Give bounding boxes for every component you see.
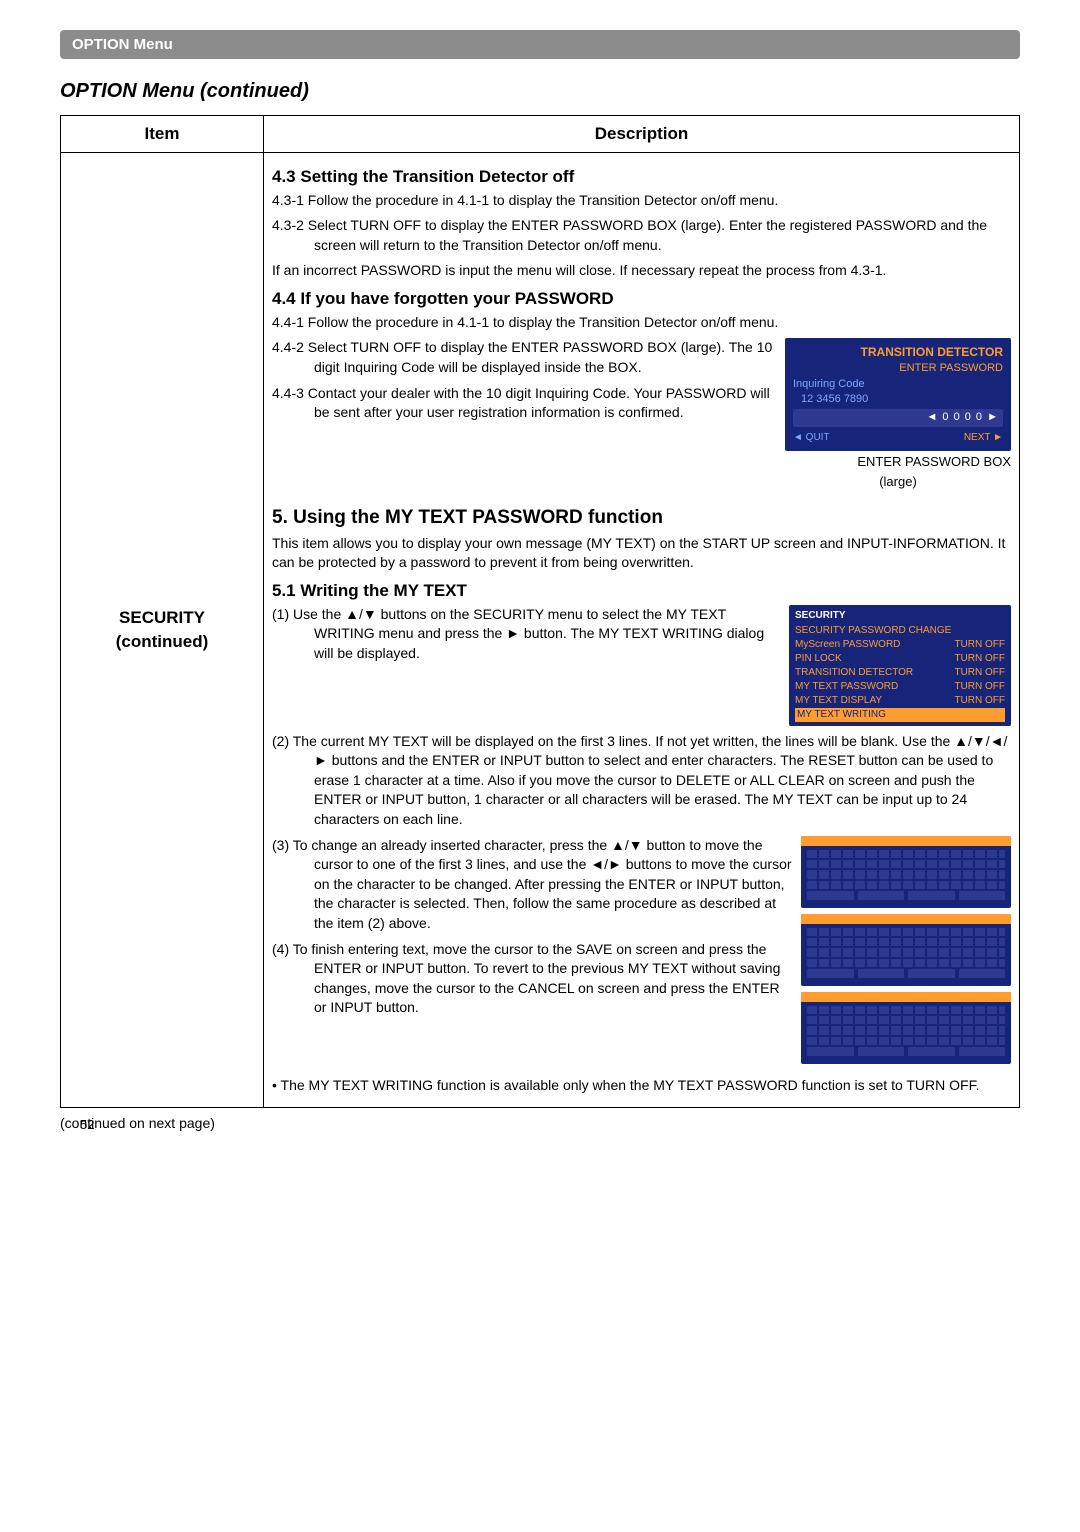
cell-desc: 4.3 Setting the Transition Detector off … xyxy=(264,152,1020,1107)
p-5intro: This item allows you to display your own… xyxy=(272,534,1011,573)
osd-inq-label: Inquiring Code xyxy=(793,377,865,392)
osd-caption2: (large) xyxy=(785,473,1011,491)
th-desc: Description xyxy=(264,116,1020,153)
sec-r6l: MY TEXT DISPLAY xyxy=(795,694,882,708)
h-4-3: 4.3 Setting the Transition Detector off xyxy=(272,165,1011,189)
h-5-1: 5.1 Writing the MY TEXT xyxy=(272,579,1011,603)
menu-banner: OPTION Menu xyxy=(60,30,1020,59)
p-512: (2) The current MY TEXT will be displaye… xyxy=(272,732,1011,830)
osd-sub: ENTER PASSWORD xyxy=(793,361,1003,376)
osd-next: NEXT ► xyxy=(964,431,1003,445)
p-431: 4.3-1 Follow the procedure in 4.1-1 to d… xyxy=(272,191,1011,211)
sec-r7l: MY TEXT WRITING xyxy=(797,708,886,722)
osd-quit: ◄ QUIT xyxy=(793,431,830,445)
sec-r1l: SECURITY PASSWORD CHANGE xyxy=(795,624,951,638)
keyboard-osd-2 xyxy=(801,914,1011,986)
main-table: Item Description SECURITY (continued) 4.… xyxy=(60,115,1020,1108)
osd-title: TRANSITION DETECTOR xyxy=(793,344,1003,361)
th-item: Item xyxy=(61,116,264,153)
item-line2: (continued) xyxy=(69,630,255,654)
h-4-4: 4.4 If you have forgotten your PASSWORD xyxy=(272,287,1011,311)
p-note: • The MY TEXT WRITING function is availa… xyxy=(272,1076,1011,1096)
p-43note: If an incorrect PASSWORD is input the me… xyxy=(272,261,1011,281)
sec-r2l: MyScreen PASSWORD xyxy=(795,638,900,652)
sec-hdr: SECURITY xyxy=(795,609,1005,623)
osd-digits: ◄ 0 0 0 0 ► xyxy=(793,409,1003,426)
p-432: 4.3-2 Select TURN OFF to display the ENT… xyxy=(272,216,1011,255)
item-line1: SECURITY xyxy=(69,606,255,630)
p-441: 4.4-1 Follow the procedure in 4.1-1 to d… xyxy=(272,313,1011,333)
cell-item: SECURITY (continued) xyxy=(61,152,264,1107)
sec-r4l: TRANSITION DETECTOR xyxy=(795,666,913,680)
osd-caption1: ENTER PASSWORD BOX xyxy=(785,453,1011,471)
security-menu-box: SECURITY SECURITY PASSWORD CHANGE MyScre… xyxy=(789,605,1011,726)
keyboard-osd-1 xyxy=(801,836,1011,908)
keyboard-stack xyxy=(801,836,1011,1070)
page-number: 52 xyxy=(80,1116,1040,1134)
h-5: 5. Using the MY TEXT PASSWORD function xyxy=(272,505,1011,532)
page-title: OPTION Menu (continued) xyxy=(60,77,1020,105)
osd-inq-code: 12 3456 7890 xyxy=(793,392,1003,407)
keyboard-osd-3 xyxy=(801,992,1011,1064)
sec-r5l: MY TEXT PASSWORD xyxy=(795,680,898,694)
osd-large-box: TRANSITION DETECTOR ENTER PASSWORD Inqui… xyxy=(785,338,1011,491)
sec-r3l: PIN LOCK xyxy=(795,652,842,666)
